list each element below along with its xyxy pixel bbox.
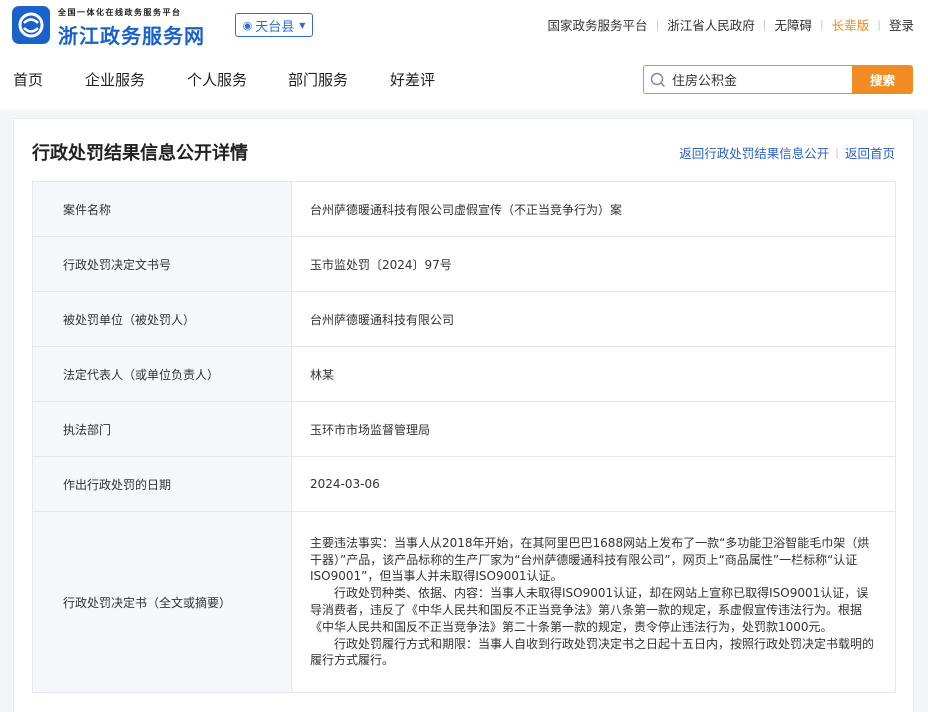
- caret-down-icon: ▼: [299, 20, 306, 30]
- table-row: 被处罚单位（被处罚人） 台州萨德暖通科技有限公司: [32, 291, 896, 347]
- logo-icon: [12, 6, 50, 44]
- panel-links: 返回行政处罚结果信息公开 | 返回首页: [679, 143, 895, 162]
- logo-subtitle: 全国一体化在线政务服务平台: [58, 8, 182, 17]
- divider: |: [877, 18, 881, 31]
- link-login[interactable]: 登录: [889, 15, 914, 34]
- page-title: 行政处罚结果信息公开详情: [32, 143, 248, 164]
- table-row: 法定代表人（或单位负责人） 林某: [32, 346, 896, 402]
- top-links: 国家政务服务平台 | 浙江省人民政府 | 无障碍 | 长辈版 | 登录: [548, 15, 914, 34]
- field-label: 行政处罚决定文书号: [32, 236, 292, 292]
- penalty-detail-table: 案件名称 台州萨德暖通科技有限公司虚假宣传（不正当竞争行为）案 行政处罚决定文书…: [32, 181, 896, 693]
- search-input[interactable]: [672, 72, 842, 87]
- table-row: 行政处罚决定书（全文或摘要） 主要违法事实：当事人从2018年开始，在其阿里巴巴…: [32, 511, 896, 693]
- field-label: 法定代表人（或单位负责人）: [32, 346, 292, 402]
- nav-personal-services[interactable]: 个人服务: [187, 64, 247, 96]
- field-label: 执法部门: [32, 401, 292, 457]
- search-box: [643, 65, 853, 94]
- link-zhejiang-government[interactable]: 浙江省人民政府: [667, 15, 755, 34]
- region-label: 天台县: [255, 19, 295, 35]
- search-icon: [644, 66, 672, 94]
- detail-panel: 行政处罚结果信息公开详情 返回行政处罚结果信息公开 | 返回首页 案件名称 台州…: [13, 118, 914, 712]
- link-national-platform[interactable]: 国家政务服务平台: [548, 15, 648, 34]
- location-pin-icon: ◉: [242, 18, 253, 32]
- nav-home[interactable]: 首页: [13, 64, 43, 96]
- nav-department-services[interactable]: 部门服务: [288, 64, 348, 96]
- divider: |: [762, 18, 767, 31]
- link-elder-mode[interactable]: 长辈版: [832, 15, 870, 34]
- table-row: 行政处罚决定文书号 玉市监处罚〔2024〕97号: [32, 236, 896, 292]
- back-to-list-link[interactable]: 返回行政处罚结果信息公开: [679, 143, 829, 162]
- field-value: 2024-03-06: [291, 456, 896, 512]
- field-label: 被处罚单位（被处罚人）: [32, 291, 292, 347]
- link-accessibility[interactable]: 无障碍: [775, 15, 813, 34]
- field-label: 行政处罚决定书（全文或摘要）: [32, 511, 292, 693]
- decision-paragraph: 行政处罚履行方式和期限：当事人自收到行政处罚决定书之日起十五日内，按照行政处罚决…: [310, 636, 875, 668]
- field-value: 台州萨德暖通科技有限公司虚假宣传（不正当竞争行为）案: [291, 181, 896, 237]
- divider: |: [835, 146, 839, 159]
- logo-title: 浙江政务服务网: [58, 24, 205, 48]
- divider: |: [820, 18, 824, 31]
- field-value: 台州萨德暖通科技有限公司: [291, 291, 896, 347]
- field-value: 玉市监处罚〔2024〕97号: [291, 236, 896, 292]
- table-row: 案件名称 台州萨德暖通科技有限公司虚假宣传（不正当竞争行为）案: [32, 181, 896, 237]
- table-row: 作出行政处罚的日期 2024-03-06: [32, 456, 896, 512]
- field-label: 案件名称: [32, 181, 292, 237]
- back-to-home-link[interactable]: 返回首页: [845, 143, 895, 162]
- nav-evaluation[interactable]: 好差评: [390, 64, 435, 96]
- site-header: 全国一体化在线政务服务平台 浙江政务服务网 ◉ 天台县 ▼ 国家政务服务平台 |…: [0, 0, 928, 110]
- search-button[interactable]: 搜索: [852, 65, 913, 94]
- decision-text: 主要违法事实：当事人从2018年开始，在其阿里巴巴1688网站上发布了一款“多功…: [291, 511, 896, 693]
- table-row: 执法部门 玉环市市场监督管理局: [32, 401, 896, 457]
- divider: |: [655, 18, 660, 31]
- decision-paragraph: 行政处罚种类、依据、内容：当事人未取得ISO9001认证，却在网站上宣称已取得I…: [310, 586, 869, 634]
- site-logo[interactable]: 全国一体化在线政务服务平台 浙江政务服务网: [12, 6, 222, 48]
- region-selector[interactable]: ◉ 天台县 ▼: [235, 13, 313, 37]
- decision-paragraph: 主要违法事实：当事人从2018年开始，在其阿里巴巴1688网站上发布了一款“多功…: [310, 535, 870, 584]
- field-value: 玉环市市场监督管理局: [291, 401, 896, 457]
- field-label: 作出行政处罚的日期: [32, 456, 292, 512]
- nav-enterprise-services[interactable]: 企业服务: [85, 64, 145, 96]
- field-value: 林某: [291, 346, 896, 402]
